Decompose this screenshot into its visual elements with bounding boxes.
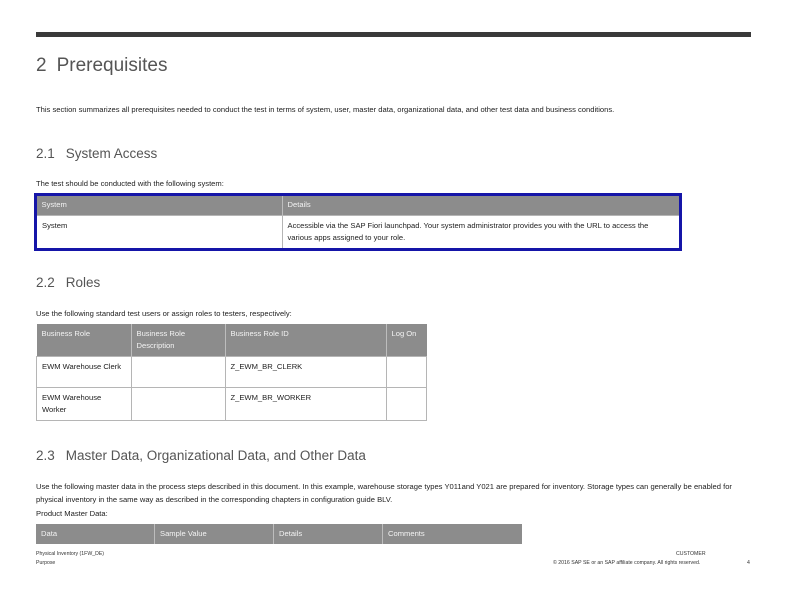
column-header: Comments [382,524,522,544]
table-header-row: Data Sample Value Details Comments [36,524,522,544]
footer-document-title: Physical Inventory (1FW_DE) [36,551,105,557]
section-number: 2.2 [36,275,55,290]
section-heading-system-access: 2.1 System Access [36,146,157,161]
table-cell [130,387,226,421]
section-title: Master Data, Organizational Data, and Ot… [65,448,366,463]
top-rule [36,32,751,37]
system-access-table: System Details System Accessible via the… [34,193,682,251]
column-header: Sample Value [154,524,274,544]
column-header: Business Role [36,324,132,357]
master-data-lead: Use the following master data in the pro… [36,482,732,504]
system-access-lead: The test should be conducted with the fo… [36,179,224,188]
column-header: Details [273,524,383,544]
footer-section: Purpose [36,560,56,566]
table-header-row: System Details [36,195,680,216]
column-header: Log On [386,324,427,357]
chapter-heading: 2 Prerequisites [36,55,167,77]
column-header: Business Role Description [131,324,226,357]
table-cell [385,356,427,388]
product-master-data-table: Data Sample Value Details Comments [36,524,522,544]
column-header: Details [282,195,680,216]
column-header: Business Role ID [225,324,387,357]
section-number: 2.1 [36,146,55,161]
product-master-data-label: Product Master Data: [36,509,108,518]
intro-paragraph: This section summarizes all prerequisite… [36,105,615,114]
column-header: System [36,195,283,216]
table-cell: Z_EWM_BR_CLERK [224,356,387,388]
table-cell [385,387,427,421]
section-heading-roles: 2.2 Roles [36,275,100,290]
section-title: Roles [65,275,101,290]
table-row: EWM Warehouse Worker Z_EWM_BR_WORKER [36,387,427,421]
roles-table: Business Role Business Role Description … [36,324,427,421]
chapter-title: Prerequisites [56,55,168,76]
table-row: EWM Warehouse Clerk Z_EWM_BR_CLERK [36,356,427,388]
chapter-number: 2 [36,55,47,76]
table-cell: Z_EWM_BR_WORKER [224,387,387,421]
table-cell: System [36,215,283,249]
column-header: Data [36,524,155,544]
table-header-row: Business Role Business Role Description … [36,324,427,357]
footer-copyright: © 2016 SAP SE or an SAP affiliate compan… [553,560,701,566]
roles-lead: Use the following standard test users or… [36,309,292,318]
table-row: System Accessible via the SAP Fiori laun… [36,215,680,249]
table-cell: EWM Warehouse Worker [36,387,132,421]
table-cell: Accessible via the SAP Fiori launchpad. … [281,215,680,249]
section-number: 2.3 [36,448,55,463]
section-heading-master-data: 2.3 Master Data, Organizational Data, and… [36,448,366,463]
table-cell [130,356,226,388]
section-title: System Access [65,146,158,161]
footer-classification: CUSTOMER [676,551,706,557]
table-cell: EWM Warehouse Clerk [36,356,132,388]
footer-page-number: 4 [747,560,750,566]
